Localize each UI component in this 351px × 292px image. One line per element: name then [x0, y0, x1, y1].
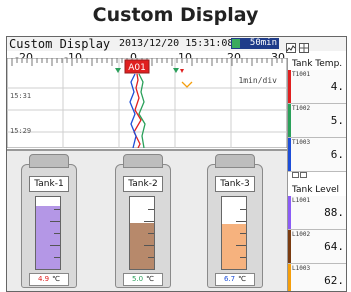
- media-icon: [232, 39, 240, 48]
- tile-tag: T1003: [292, 139, 311, 146]
- tank-level-gauge: [35, 196, 61, 270]
- page-title: Custom Display: [92, 4, 259, 26]
- tile-value: 62.: [324, 274, 344, 287]
- tile-tag: L1002: [292, 231, 311, 238]
- datetime: 2013/12/20 15:31:08: [119, 38, 234, 49]
- tile-color-bar: [288, 230, 291, 263]
- tile-icons: [292, 129, 308, 144]
- tank-graphic[interactable]: Tank-2 5.0 ℃: [115, 154, 171, 288]
- tank-temp-tile[interactable]: T1003 6.: [288, 138, 346, 178]
- tile-icons: [292, 163, 308, 178]
- tank-level-title: Tank Level: [292, 185, 340, 195]
- tile-icons: [292, 95, 308, 110]
- tank-cap: [215, 154, 255, 168]
- tile-value: 64.: [324, 240, 344, 253]
- tile-icons: [292, 221, 308, 236]
- tank-temp-unit: ℃: [146, 275, 154, 283]
- tile-icons: [292, 255, 308, 270]
- rate-label: 1min/div: [238, 76, 277, 85]
- tank-temp-readout: 4.9 ℃: [29, 273, 69, 286]
- tank-temp-tile[interactable]: T1002 5.: [288, 104, 346, 144]
- tank-label: Tank-2: [123, 176, 163, 192]
- tank-level-tile[interactable]: L1002 64.: [288, 230, 346, 270]
- tank-temp-unit: ℃: [238, 275, 246, 283]
- status-bar: Custom Display 2013/12/20 15:31:08 50min: [7, 37, 346, 53]
- tile-color-bar: [288, 104, 291, 137]
- tank-temp-readout: 5.0 ℃: [123, 273, 163, 286]
- tank-graphic[interactable]: Tank-3 6.7 ℃: [207, 154, 263, 288]
- right-pane: Tank Temp. T1001 4. T1002 5. T1003 6. Ta…: [287, 58, 346, 291]
- tank-label: Tank-3: [215, 176, 255, 192]
- tank-level-fill: [130, 223, 154, 269]
- tank-cap: [123, 154, 163, 168]
- tank-panel: Tank-1 4.9 ℃ Tank-2 5.0 ℃ Tank-3 6.7 ℃: [7, 149, 287, 291]
- tank-level-fill: [36, 206, 60, 269]
- tile-value: 5.: [330, 114, 344, 127]
- tile-tag: T1001: [292, 71, 311, 78]
- tank-temp-unit: ℃: [52, 275, 60, 283]
- tank-graphic[interactable]: Tank-1 4.9 ℃: [21, 154, 77, 288]
- tank-level-tile[interactable]: L1001 88.: [288, 196, 346, 236]
- recorder-frame: Custom Display 2013/12/20 15:31:08 50min…: [6, 36, 347, 292]
- tile-color-bar: [288, 196, 291, 229]
- tank-level-tile[interactable]: L1003 62.: [288, 264, 346, 291]
- speed-value: 50min: [249, 38, 277, 48]
- tank-temp-tile[interactable]: T1001 4.: [288, 70, 346, 110]
- tile-value: 6.: [330, 148, 344, 161]
- speed-indicator: 50min: [231, 38, 279, 49]
- tank-cap: [29, 154, 69, 168]
- grid-layout-icon[interactable]: [299, 38, 309, 53]
- tank-temp-value: 5.0: [131, 275, 144, 283]
- trend-chart[interactable]: A01 1min/div 15:31 15:29: [7, 57, 288, 149]
- tile-tag: L1003: [292, 265, 311, 272]
- tank-label: Tank-1: [29, 176, 69, 192]
- tile-tag: L1001: [292, 197, 311, 204]
- tank-level-fill: [222, 224, 246, 269]
- tile-tag: T1002: [292, 105, 311, 112]
- tile-color-bar: [288, 70, 291, 103]
- tile-value: 4.: [330, 80, 344, 93]
- alarm-tag: A01: [128, 63, 146, 73]
- time-label: 15:29: [10, 127, 31, 135]
- tank-temp-value: 6.7: [223, 275, 236, 283]
- tile-color-bar: [288, 264, 291, 291]
- tile-value: 88.: [324, 206, 344, 219]
- tank-temp-readout: 6.7 ℃: [215, 273, 255, 286]
- tank-level-gauge: [221, 196, 247, 270]
- tile-color-bar: [288, 138, 291, 171]
- trend-mode-icon[interactable]: [286, 38, 296, 53]
- time-label: 15:31: [10, 92, 31, 100]
- tank-temp-value: 4.9: [37, 275, 50, 283]
- app-title: Custom Display: [9, 37, 111, 51]
- tank-level-gauge: [129, 196, 155, 270]
- tank-temp-title: Tank Temp.: [292, 59, 343, 69]
